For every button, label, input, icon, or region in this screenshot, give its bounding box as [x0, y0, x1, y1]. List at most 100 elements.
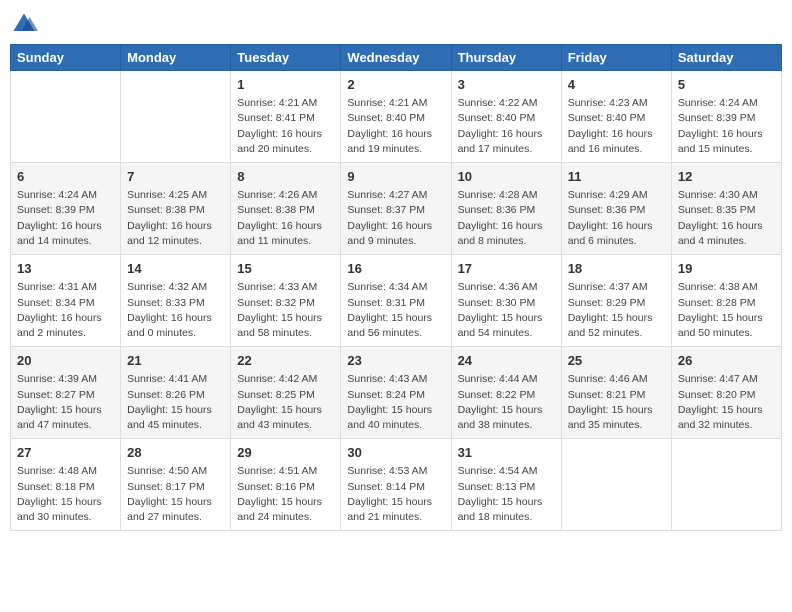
calendar-cell: 1Sunrise: 4:21 AM Sunset: 8:41 PM Daylig… — [231, 71, 341, 163]
day-info: Sunrise: 4:22 AM Sunset: 8:40 PM Dayligh… — [458, 96, 555, 157]
day-info: Sunrise: 4:24 AM Sunset: 8:39 PM Dayligh… — [678, 96, 775, 157]
calendar-cell: 11Sunrise: 4:29 AM Sunset: 8:36 PM Dayli… — [561, 163, 671, 255]
calendar-cell: 24 Sunrise: 4:44 AM Sunset: 8:22 PM Dayli… — [451, 347, 561, 439]
day-number: 12 — [678, 168, 775, 186]
day-info: Sunrise: 4:36 AM Sunset: 8:30 PM Dayligh… — [458, 280, 555, 341]
day-info: Sunrise: 4:47 AM Sunset: 8:20 PM Dayligh… — [678, 372, 775, 433]
calendar-header-thursday: Thursday — [451, 45, 561, 71]
day-number: 7 — [127, 168, 224, 186]
calendar-week-row: 6 Sunrise: 4:24 AM Sunset: 8:39 PM Daylig… — [11, 163, 782, 255]
day-info: Sunrise: 4:37 AM Sunset: 8:29 PM Dayligh… — [568, 280, 665, 341]
day-number: 5 — [678, 76, 775, 94]
day-info: Sunrise: 4:48 AM Sunset: 8:18 PM Dayligh… — [17, 464, 114, 525]
day-info: Sunrise: 4:25 AM Sunset: 8:38 PM Dayligh… — [127, 188, 224, 249]
calendar-cell: 25 Sunrise: 4:46 AM Sunset: 8:21 PM Dayli… — [561, 347, 671, 439]
day-info: Sunrise: 4:42 AM Sunset: 8:25 PM Dayligh… — [237, 372, 334, 433]
calendar-cell: 7 Sunrise: 4:25 AM Sunset: 8:38 PM Daylig… — [121, 163, 231, 255]
day-number: 20 — [17, 352, 114, 370]
day-info: Sunrise: 4:33 AM Sunset: 8:32 PM Dayligh… — [237, 280, 334, 341]
day-number: 15 — [237, 260, 334, 278]
calendar-cell: 15 Sunrise: 4:33 AM Sunset: 8:32 PM Dayli… — [231, 255, 341, 347]
calendar-header-tuesday: Tuesday — [231, 45, 341, 71]
calendar-cell: 2 Sunrise: 4:21 AM Sunset: 8:40 PM Daylig… — [341, 71, 451, 163]
day-number: 29 — [237, 444, 334, 462]
calendar-header-wednesday: Wednesday — [341, 45, 451, 71]
day-number: 27 — [17, 444, 114, 462]
day-number: 4 — [568, 76, 665, 94]
calendar-week-row: 1Sunrise: 4:21 AM Sunset: 8:41 PM Daylig… — [11, 71, 782, 163]
day-number: 9 — [347, 168, 444, 186]
calendar-cell: 16Sunrise: 4:34 AM Sunset: 8:31 PM Dayli… — [341, 255, 451, 347]
day-number: 8 — [237, 168, 334, 186]
day-number: 2 — [347, 76, 444, 94]
day-info: Sunrise: 4:41 AM Sunset: 8:26 PM Dayligh… — [127, 372, 224, 433]
day-number: 30 — [347, 444, 444, 462]
day-info: Sunrise: 4:32 AM Sunset: 8:33 PM Dayligh… — [127, 280, 224, 341]
day-number: 6 — [17, 168, 114, 186]
day-number: 23 — [347, 352, 444, 370]
calendar-header-sunday: Sunday — [11, 45, 121, 71]
day-info: Sunrise: 4:26 AM Sunset: 8:38 PM Dayligh… — [237, 188, 334, 249]
calendar-cell: 6 Sunrise: 4:24 AM Sunset: 8:39 PM Daylig… — [11, 163, 121, 255]
calendar-cell: 26 Sunrise: 4:47 AM Sunset: 8:20 PM Dayli… — [671, 347, 781, 439]
calendar-header-friday: Friday — [561, 45, 671, 71]
day-info: Sunrise: 4:53 AM Sunset: 8:14 PM Dayligh… — [347, 464, 444, 525]
calendar-cell — [11, 71, 121, 163]
day-info: Sunrise: 4:38 AM Sunset: 8:28 PM Dayligh… — [678, 280, 775, 341]
calendar-week-row: 27 Sunrise: 4:48 AM Sunset: 8:18 PM Dayli… — [11, 439, 782, 531]
day-number: 14 — [127, 260, 224, 278]
calendar-cell: 14 Sunrise: 4:32 AM Sunset: 8:33 PM Dayli… — [121, 255, 231, 347]
day-number: 25 — [568, 352, 665, 370]
day-number: 26 — [678, 352, 775, 370]
calendar-header-row: SundayMondayTuesdayWednesdayThursdayFrid… — [11, 45, 782, 71]
logo-icon — [10, 10, 38, 38]
calendar-cell: 21Sunrise: 4:41 AM Sunset: 8:26 PM Dayli… — [121, 347, 231, 439]
day-number: 28 — [127, 444, 224, 462]
day-info: Sunrise: 4:46 AM Sunset: 8:21 PM Dayligh… — [568, 372, 665, 433]
page-header — [10, 10, 782, 38]
calendar-header-monday: Monday — [121, 45, 231, 71]
day-info: Sunrise: 4:54 AM Sunset: 8:13 PM Dayligh… — [458, 464, 555, 525]
day-number: 17 — [458, 260, 555, 278]
day-number: 18 — [568, 260, 665, 278]
calendar-cell — [671, 439, 781, 531]
day-info: Sunrise: 4:30 AM Sunset: 8:35 PM Dayligh… — [678, 188, 775, 249]
calendar-cell — [561, 439, 671, 531]
calendar-cell — [121, 71, 231, 163]
day-number: 31 — [458, 444, 555, 462]
calendar-header-saturday: Saturday — [671, 45, 781, 71]
day-info: Sunrise: 4:27 AM Sunset: 8:37 PM Dayligh… — [347, 188, 444, 249]
day-info: Sunrise: 4:51 AM Sunset: 8:16 PM Dayligh… — [237, 464, 334, 525]
day-number: 3 — [458, 76, 555, 94]
calendar-week-row: 20 Sunrise: 4:39 AM Sunset: 8:27 PM Dayli… — [11, 347, 782, 439]
day-info: Sunrise: 4:29 AM Sunset: 8:36 PM Dayligh… — [568, 188, 665, 249]
calendar-cell: 31 Sunrise: 4:54 AM Sunset: 8:13 PM Dayli… — [451, 439, 561, 531]
logo — [10, 10, 42, 38]
calendar-cell: 5 Sunrise: 4:24 AM Sunset: 8:39 PM Daylig… — [671, 71, 781, 163]
day-info: Sunrise: 4:24 AM Sunset: 8:39 PM Dayligh… — [17, 188, 114, 249]
day-info: Sunrise: 4:21 AM Sunset: 8:40 PM Dayligh… — [347, 96, 444, 157]
day-info: Sunrise: 4:21 AM Sunset: 8:41 PM Dayligh… — [237, 96, 334, 157]
calendar-cell: 29 Sunrise: 4:51 AM Sunset: 8:16 PM Dayli… — [231, 439, 341, 531]
calendar-cell: 23 Sunrise: 4:43 AM Sunset: 8:24 PM Dayli… — [341, 347, 451, 439]
calendar-cell: 27 Sunrise: 4:48 AM Sunset: 8:18 PM Dayli… — [11, 439, 121, 531]
calendar-cell: 9 Sunrise: 4:27 AM Sunset: 8:37 PM Daylig… — [341, 163, 451, 255]
calendar-cell: 28Sunrise: 4:50 AM Sunset: 8:17 PM Dayli… — [121, 439, 231, 531]
calendar-cell: 17 Sunrise: 4:36 AM Sunset: 8:30 PM Dayli… — [451, 255, 561, 347]
day-info: Sunrise: 4:43 AM Sunset: 8:24 PM Dayligh… — [347, 372, 444, 433]
calendar-cell: 10Sunrise: 4:28 AM Sunset: 8:36 PM Dayli… — [451, 163, 561, 255]
day-info: Sunrise: 4:39 AM Sunset: 8:27 PM Dayligh… — [17, 372, 114, 433]
calendar-cell: 30 Sunrise: 4:53 AM Sunset: 8:14 PM Dayli… — [341, 439, 451, 531]
day-number: 24 — [458, 352, 555, 370]
day-info: Sunrise: 4:28 AM Sunset: 8:36 PM Dayligh… — [458, 188, 555, 249]
calendar-week-row: 13Sunrise: 4:31 AM Sunset: 8:34 PM Dayli… — [11, 255, 782, 347]
day-number: 22 — [237, 352, 334, 370]
calendar-table: SundayMondayTuesdayWednesdayThursdayFrid… — [10, 44, 782, 531]
calendar-cell: 22 Sunrise: 4:42 AM Sunset: 8:25 PM Dayli… — [231, 347, 341, 439]
day-number: 16 — [347, 260, 444, 278]
calendar-cell: 19Sunrise: 4:38 AM Sunset: 8:28 PM Dayli… — [671, 255, 781, 347]
calendar-cell: 12 Sunrise: 4:30 AM Sunset: 8:35 PM Dayli… — [671, 163, 781, 255]
calendar-cell: 18 Sunrise: 4:37 AM Sunset: 8:29 PM Dayli… — [561, 255, 671, 347]
day-info: Sunrise: 4:44 AM Sunset: 8:22 PM Dayligh… — [458, 372, 555, 433]
day-info: Sunrise: 4:23 AM Sunset: 8:40 PM Dayligh… — [568, 96, 665, 157]
